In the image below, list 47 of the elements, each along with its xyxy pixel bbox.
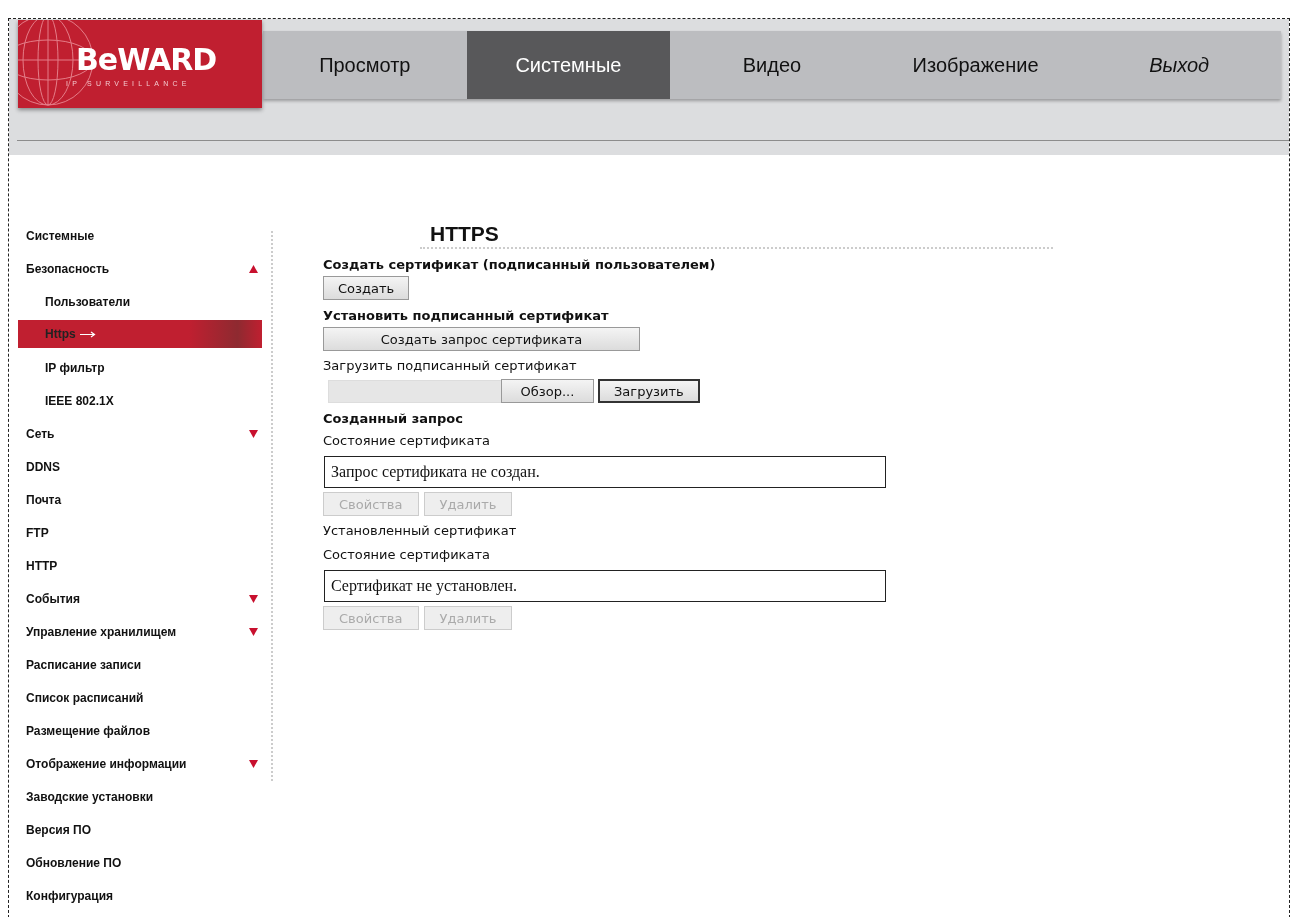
sidebar-item[interactable]: Заводские установки [18, 780, 262, 813]
field-label: Загрузить подписанный сертификат [323, 358, 578, 373]
nav-tab[interactable]: Видео [670, 31, 874, 99]
collapse-icon[interactable] [249, 264, 258, 273]
expand-icon[interactable] [249, 594, 258, 603]
nav-tab[interactable]: Выход [1077, 31, 1281, 99]
logo-brand: BeWARD [76, 42, 217, 77]
sidebar-item[interactable]: Отображение информации [18, 747, 262, 780]
action-button[interactable]: Создать [323, 276, 410, 300]
arrow-icon [79, 330, 96, 338]
nav-tab[interactable]: Изображение [873, 31, 1078, 99]
status-box: Запрос сертификата не создан. [324, 456, 886, 488]
expand-icon[interactable] [249, 429, 258, 438]
file-field[interactable] [328, 379, 502, 403]
upload-button[interactable]: Загрузить [598, 379, 700, 403]
section-heading: Создать сертификат (подписанный пользователем) [323, 257, 717, 272]
nav-tab[interactable]: Просмотр [263, 31, 467, 99]
sidebar-item[interactable]: Пользователи [18, 285, 262, 318]
field-label: Состояние сертификата [323, 433, 491, 448]
sidebar-item[interactable]: DDNS [18, 450, 262, 483]
sidebar-item[interactable]: Обновление ПО [18, 846, 262, 879]
sidebar-item[interactable]: IP фильтр [18, 351, 262, 384]
field-label: Установленный сертификат [323, 523, 518, 538]
page-title: HTTPS [430, 222, 500, 246]
sidebar-item[interactable]: Размещение файлов [18, 714, 262, 747]
sidebar-item[interactable]: Версия ПО [18, 813, 262, 846]
section-heading: Созданный запрос [323, 411, 464, 426]
nav-tab[interactable]: Системные [466, 31, 671, 99]
expand-icon[interactable] [249, 759, 258, 768]
sidebar-item[interactable]: Список расписаний [18, 681, 262, 714]
field-label: Состояние сертификата [323, 547, 491, 562]
sidebar-item[interactable]: Конфигурация [18, 879, 262, 912]
sidebar-item[interactable]: Управление хранилищем [18, 615, 262, 648]
sidebar-item[interactable]: Сеть [18, 417, 262, 450]
expand-icon[interactable] [249, 627, 258, 636]
sidebar-item[interactable]: Системные [18, 219, 262, 252]
sidebar-item[interactable]: HTTP [18, 549, 262, 582]
sidebar-item[interactable]: IEEE 802.1X [18, 384, 262, 417]
sidebar-item[interactable]: Расписание записи [18, 648, 262, 681]
section-heading: Установить подписанный сертификат [323, 308, 610, 323]
sidebar-item[interactable]: События [18, 582, 262, 615]
sidebar-item[interactable]: Почта [18, 483, 262, 516]
sidebar-item[interactable]: FTP [18, 516, 262, 549]
status-box: Сертификат не установлен. [324, 570, 886, 602]
browse-button[interactable]: Обзор... [501, 379, 594, 403]
sidebar-item[interactable]: Безопасность [18, 252, 262, 285]
action-button[interactable]: Создать запрос сертификата [323, 327, 640, 351]
